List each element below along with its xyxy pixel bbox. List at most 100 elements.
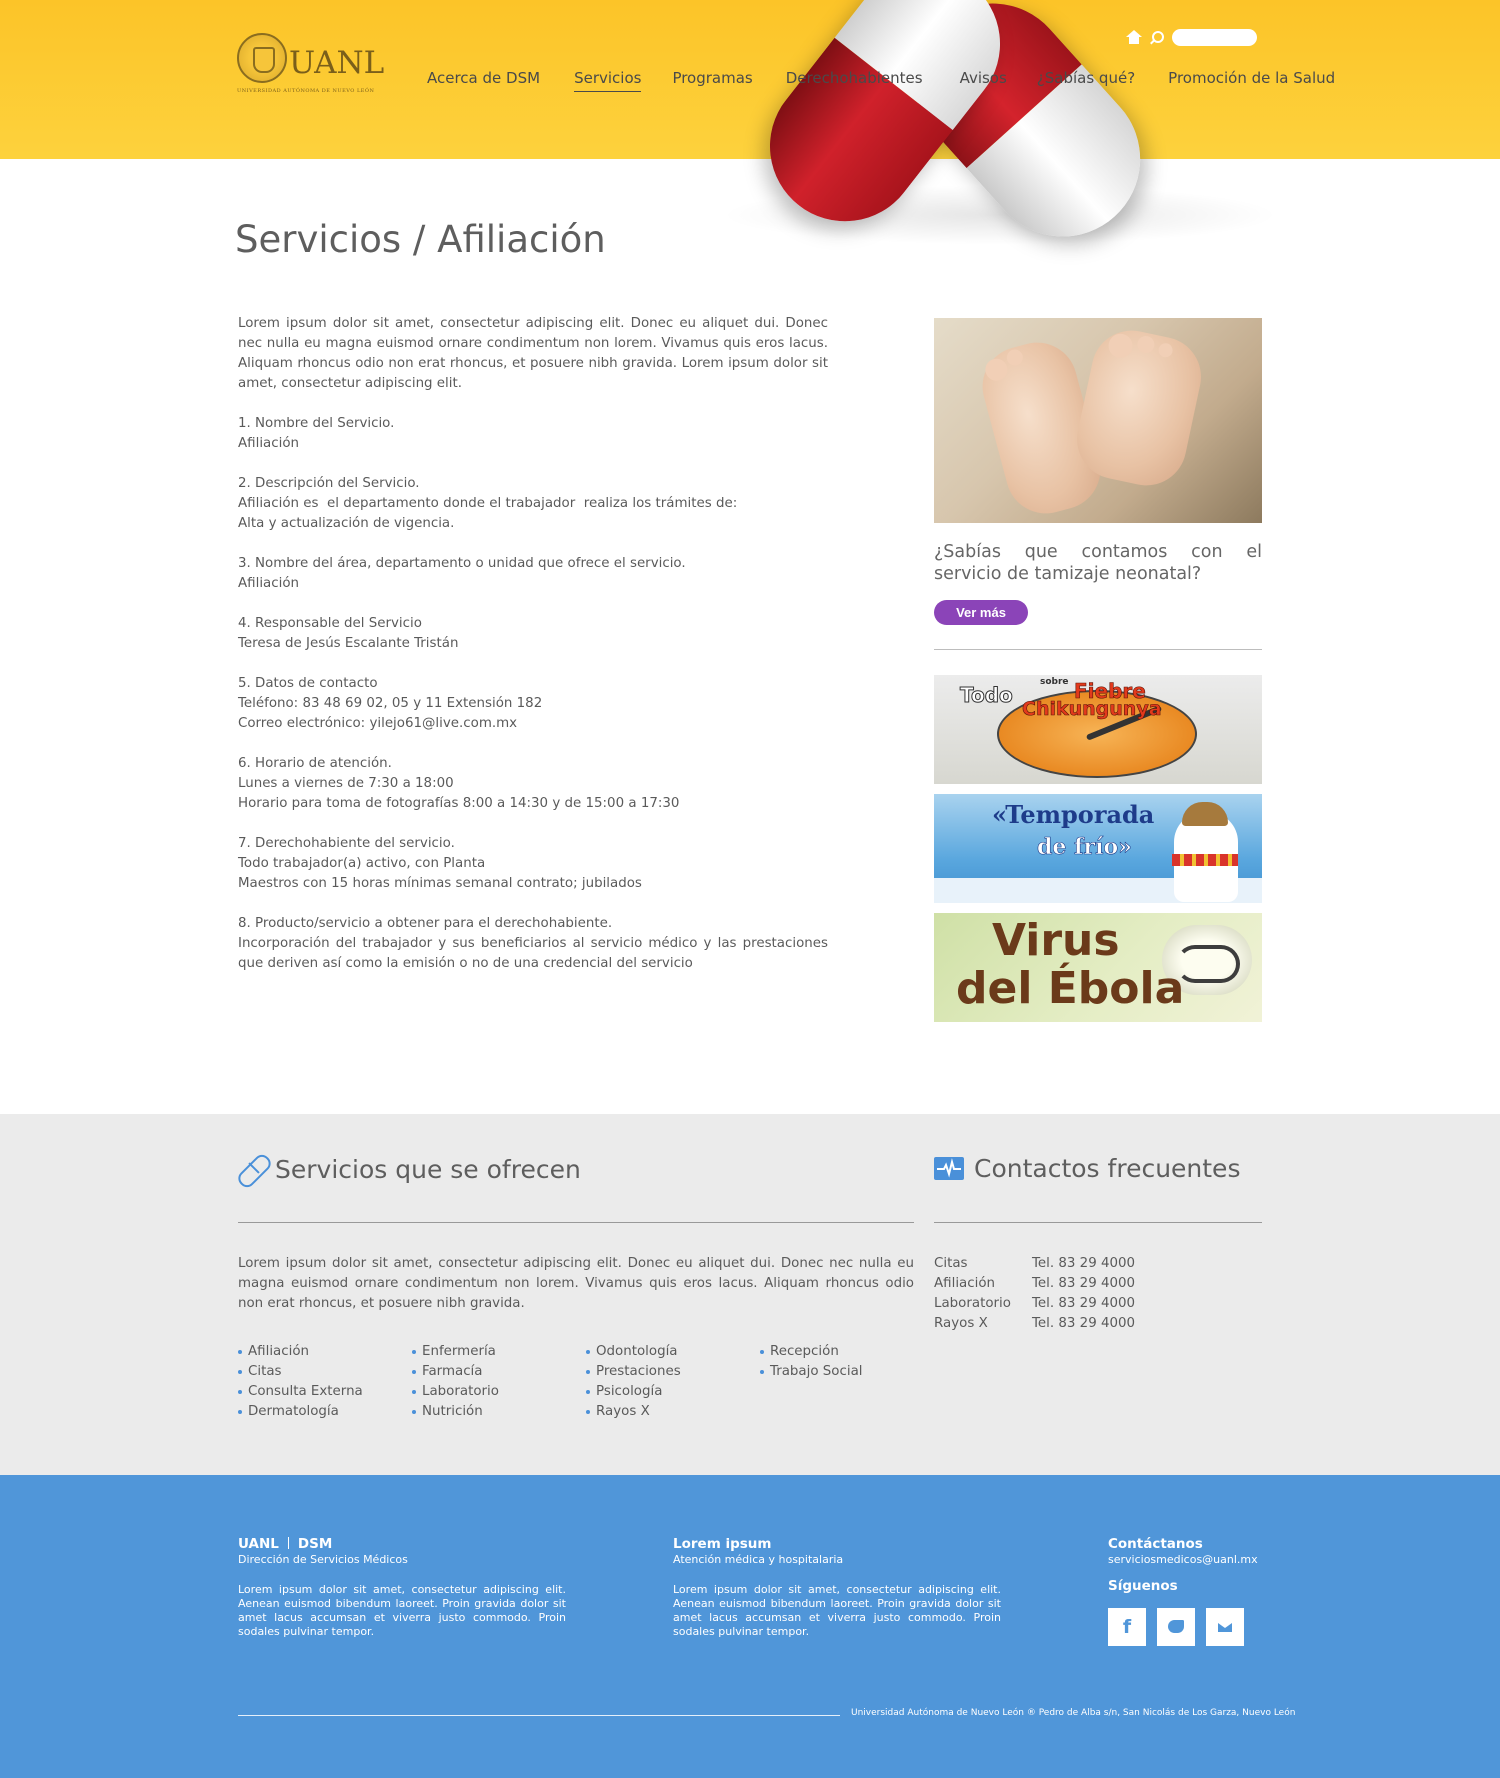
contact-tel[interactable]: Tel. 83 29 4000 [1032, 1274, 1135, 1294]
services-list: Afiliación Citas Consulta Externa Dermat… [238, 1342, 938, 1422]
footer-dsm[interactable]: DSM [298, 1536, 332, 1552]
banner-temporada-frio[interactable]: «Temporada de frío» [934, 794, 1262, 903]
service-link[interactable]: Citas [238, 1362, 412, 1382]
section-line: Horario para toma de fotografías 8:00 a … [238, 796, 680, 811]
home-icon[interactable] [1126, 30, 1142, 45]
footer-heading: UANL DSM [238, 1536, 566, 1552]
contact-tel[interactable]: Tel. 83 29 4000 [1032, 1254, 1135, 1274]
services-title: Servicios que se ofrecen [275, 1154, 581, 1184]
logo-subtitle: UNIVERSIDAD AUTÓNOMA DE NUEVO LEÓN [237, 88, 375, 94]
service-link[interactable]: Odontología [586, 1342, 760, 1362]
banner-text: sobre [1040, 677, 1069, 687]
social-links: f [1108, 1608, 1258, 1646]
section-line: Teléfono: 83 48 69 02, 05 y 11 Extensión… [238, 696, 543, 711]
services-heading: Servicios que se ofrecen [238, 1154, 581, 1184]
service-link[interactable]: Prestaciones [586, 1362, 760, 1382]
footer-contact: Contáctanos serviciosmedicos@uanl.mx Síg… [1108, 1536, 1258, 1646]
search-input[interactable] [1172, 29, 1257, 46]
service-link[interactable]: Dermatología [238, 1402, 412, 1422]
banner-text: Virus [992, 915, 1120, 966]
section-title: 2. Descripción del Servicio. [238, 476, 420, 491]
footer-subtitle: Atención médica y hospitalaria [673, 1553, 844, 1566]
contacts-title: Contactos frecuentes [974, 1154, 1241, 1183]
banner-text: «Temporada [992, 800, 1155, 829]
main-nav: Acerca de DSM Servicios Programas Derech… [427, 69, 1335, 92]
contact-name: Afiliación [934, 1276, 996, 1291]
section-title: 5. Datos de contacto [238, 676, 378, 691]
banner-ebola[interactable]: Virus del Ébola [934, 913, 1262, 1022]
section-line: Teresa de Jesús Escalante Tristán [238, 636, 459, 651]
nav-servicios[interactable]: Servicios [574, 69, 642, 92]
nav-acerca[interactable]: Acerca de DSM [427, 69, 540, 87]
sidebar: ¿Sabías que contamos con el servicio de … [934, 318, 1262, 1022]
uanl-logo[interactable]: UANL UNIVERSIDAD AUTÓNOMA DE NUEVO LEÓN [237, 33, 384, 99]
footer-text: Lorem ipsum dolor sit amet, consectetur … [673, 1583, 1001, 1638]
heartbeat-icon [934, 1157, 964, 1180]
banner-text: Chikungunya [1022, 698, 1162, 721]
contact-tel[interactable]: Tel. 83 29 4000 [1032, 1294, 1135, 1314]
section-7: 7. Derechohabiente del servicio. Todo tr… [238, 834, 828, 894]
contacts-heading: Contactos frecuentes [934, 1154, 1240, 1183]
section-title: 6. Horario de atención. [238, 756, 392, 771]
services-column: Recepción Trabajo Social [760, 1342, 934, 1422]
nav-sabias[interactable]: ¿Sabías qué? [1037, 69, 1135, 87]
section-2: 2. Descripción del Servicio. Afiliación … [238, 474, 828, 534]
section-line: Afiliación [238, 436, 300, 451]
service-link[interactable]: Afiliación [238, 1342, 412, 1362]
facebook-icon[interactable]: f [1108, 1608, 1146, 1646]
search-icon[interactable] [1149, 30, 1164, 45]
section-line: Lunes a viernes de 7:30 a 18:00 [238, 776, 454, 791]
banner-chikungunya[interactable]: Todo sobre Fiebre Chikungunya [934, 675, 1262, 784]
section-line: Todo trabajador(a) activo, con Planta [238, 856, 486, 871]
site-footer: UANL DSM Dirección de Servicios Médicos L… [0, 1475, 1500, 1778]
service-link[interactable]: Enfermería [412, 1342, 586, 1362]
contact-row: Rayos X Tel. 83 29 4000 [934, 1314, 1135, 1334]
nav-promocion[interactable]: Promoción de la Salud [1168, 69, 1335, 87]
contact-email[interactable]: serviciosmedicos@uanl.mx [1108, 1553, 1258, 1566]
divider [238, 1222, 914, 1223]
contact-tel[interactable]: Tel. 83 29 4000 [1032, 1314, 1135, 1334]
section-4: 4. Responsable del Servicio Teresa de Je… [238, 614, 828, 654]
service-link[interactable]: Psicología [586, 1382, 760, 1402]
divider [934, 649, 1262, 650]
section-line: Afiliación es el departamento donde el t… [238, 496, 738, 511]
section-line: Maestros con 15 horas mínimas semanal co… [238, 876, 642, 891]
nav-derechohabientes[interactable]: Derechohabientes [786, 69, 923, 87]
baby-feet-image[interactable] [934, 318, 1262, 523]
footer-text: Lorem ipsum dolor sit amet, consectetur … [238, 1583, 566, 1638]
service-link[interactable]: Recepción [760, 1342, 934, 1362]
contact-heading: Contáctanos [1108, 1536, 1203, 1552]
intro-paragraph: Lorem ipsum dolor sit amet, consectetur … [238, 316, 828, 391]
pill-icon [238, 1154, 268, 1184]
services-column: Afiliación Citas Consulta Externa Dermat… [238, 1342, 412, 1422]
contact-row: Citas Tel. 83 29 4000 [934, 1254, 1135, 1274]
service-link[interactable]: Rayos X [586, 1402, 760, 1422]
services-description: Lorem ipsum dolor sit amet, consectetur … [238, 1256, 914, 1311]
section-6: 6. Horario de atención. Lunes a viernes … [238, 754, 828, 814]
section-title: 4. Responsable del Servicio [238, 616, 422, 631]
contact-name: Laboratorio [934, 1296, 1011, 1311]
main-content: Lorem ipsum dolor sit amet, consectetur … [238, 314, 828, 994]
banner-text: del Ébola [956, 963, 1185, 1014]
twitter-icon[interactable] [1157, 1608, 1195, 1646]
section-8: 8. Producto/servicio a obtener para el d… [238, 914, 828, 974]
service-link[interactable]: Laboratorio [412, 1382, 586, 1402]
section-title: 3. Nombre del área, departamento o unida… [238, 556, 686, 571]
contact-name: Rayos X [934, 1316, 988, 1331]
services-column: Odontología Prestaciones Psicología Rayo… [586, 1342, 760, 1422]
service-link[interactable]: Farmacía [412, 1362, 586, 1382]
section-3: 3. Nombre del área, departamento o unida… [238, 554, 828, 594]
nav-avisos[interactable]: Avisos [960, 69, 1007, 87]
section-title: 7. Derechohabiente del servicio. [238, 836, 455, 851]
section-title: 8. Producto/servicio a obtener para el d… [238, 916, 613, 931]
service-link[interactable]: Nutrición [412, 1402, 586, 1422]
contacts-list: Citas Tel. 83 29 4000 Afiliación Tel. 83… [934, 1254, 1135, 1334]
footer-uanl[interactable]: UANL [238, 1536, 279, 1552]
section-title: 1. Nombre del Servicio. [238, 416, 395, 431]
divider [238, 1715, 840, 1716]
service-link[interactable]: Consulta Externa [238, 1382, 412, 1402]
service-link[interactable]: Trabajo Social [760, 1362, 934, 1382]
nav-programas[interactable]: Programas [672, 69, 752, 87]
ver-mas-button[interactable]: Ver más [934, 600, 1028, 625]
mail-icon[interactable] [1206, 1608, 1244, 1646]
